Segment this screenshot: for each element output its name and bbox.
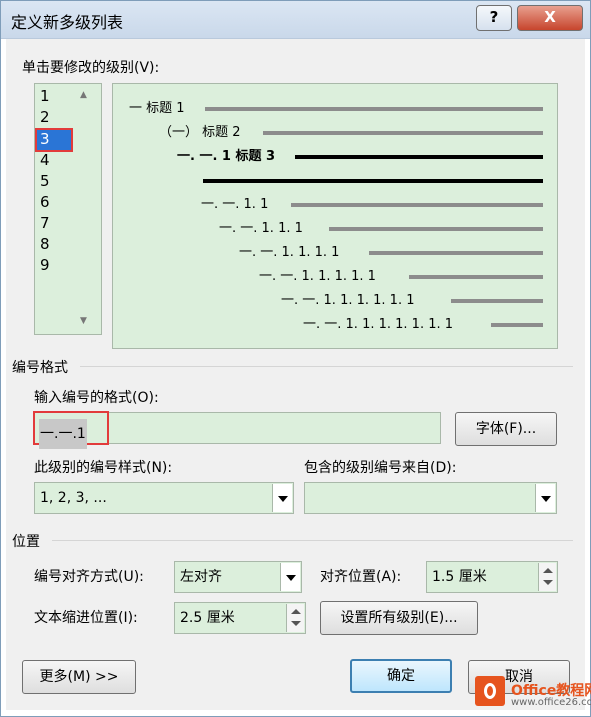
number-alignment-select[interactable]: 左对齐 <box>174 561 302 593</box>
list-preview: 一 标题 1 （一） 标题 2 一. 一. 1 标题 3 一. 一. 1. 1 … <box>112 83 558 349</box>
define-multilevel-list-dialog: 定义新多级列表 ? X 单击要修改的级别(V): 1 2 3 4 5 6 7 8… <box>0 0 591 717</box>
preview-row-level-4: 一. 一. 1. 1 <box>113 196 559 214</box>
align-at-spin-buttons[interactable] <box>538 563 556 591</box>
spin-down-icon[interactable] <box>543 580 553 585</box>
level-item-9[interactable]: 9 <box>40 255 50 275</box>
preview-row-level-2: （一） 标题 2 <box>113 124 559 142</box>
number-format-group-label: 编号格式 <box>12 360 68 376</box>
align-at-label: 对齐位置(A): <box>320 569 402 585</box>
close-button[interactable]: X <box>517 5 583 31</box>
level-item-5[interactable]: 5 <box>40 171 50 191</box>
number-alignment-dropdown-arrow-icon[interactable] <box>280 563 300 591</box>
number-style-dropdown-arrow-icon[interactable] <box>272 484 292 512</box>
level-item-1[interactable]: 1 <box>40 86 50 106</box>
set-all-levels-button[interactable]: 设置所有级别(E)... <box>320 601 478 635</box>
number-format-divider <box>80 366 573 367</box>
number-style-label: 此级别的编号样式(N): <box>34 460 173 476</box>
number-alignment-label: 编号对齐方式(U): <box>34 569 144 585</box>
spin-up-icon[interactable] <box>291 609 301 614</box>
level-item-3[interactable]: 3 <box>40 129 50 149</box>
level-list[interactable]: 1 2 3 4 5 6 7 8 9 ▲ ▼ <box>34 83 102 335</box>
text-indent-label: 文本缩进位置(I): <box>34 610 138 626</box>
preview-row-level-8: 一. 一. 1. 1. 1. 1. 1. 1 <box>113 292 559 310</box>
include-level-dropdown-arrow-icon[interactable] <box>535 484 555 512</box>
scroll-down-arrow-icon[interactable]: ▼ <box>80 316 87 326</box>
text-indent-spinner[interactable]: 2.5 厘米 <box>174 602 306 634</box>
title-bar: 定义新多级列表 ? X <box>1 1 590 39</box>
align-at-value: 1.5 厘米 <box>432 569 487 585</box>
preview-row-level-7: 一. 一. 1. 1. 1. 1. 1 <box>113 268 559 286</box>
font-button[interactable]: 字体(F)... <box>455 412 557 446</box>
preview-row-level-3-continued <box>113 172 559 190</box>
number-format-input[interactable]: 一.一.1 <box>33 411 441 449</box>
level-item-8[interactable]: 8 <box>40 234 50 254</box>
level-item-2[interactable]: 2 <box>40 107 50 127</box>
spin-up-icon[interactable] <box>543 568 553 573</box>
preview-row-level-3: 一. 一. 1 标题 3 <box>113 148 559 166</box>
preview-row-level-9: 一. 一. 1. 1. 1. 1. 1. 1. 1 <box>113 316 559 334</box>
site-watermark-logo: Office教程网 www.office26.com <box>467 668 591 717</box>
number-style-value: 1, 2, 3, ... <box>40 490 107 506</box>
preview-row-level-1: 一 标题 1 <box>113 100 559 118</box>
format-label: 输入编号的格式(O): <box>34 390 159 406</box>
format-value-highlight: 一.一.1 <box>33 411 109 449</box>
spin-down-icon[interactable] <box>291 621 301 626</box>
level-item-4[interactable]: 4 <box>40 150 50 170</box>
dialog-content: 单击要修改的级别(V): 1 2 3 4 5 6 7 8 9 ▲ ▼ 一 标题 … <box>6 39 585 710</box>
watermark-url: www.office26.com <box>511 697 591 708</box>
office-logo-icon <box>475 676 505 706</box>
level-item-7[interactable]: 7 <box>40 213 50 233</box>
number-style-select[interactable]: 1, 2, 3, ... <box>34 482 294 514</box>
position-divider <box>52 540 573 541</box>
number-alignment-value: 左对齐 <box>180 569 222 585</box>
position-group-label: 位置 <box>12 534 40 550</box>
dialog-title: 定义新多级列表 <box>11 13 124 32</box>
format-value: 一.一.1 <box>39 419 87 449</box>
text-indent-spin-buttons[interactable] <box>286 604 304 632</box>
text-indent-value: 2.5 厘米 <box>180 610 235 626</box>
align-at-spinner[interactable]: 1.5 厘米 <box>426 561 558 593</box>
scroll-up-arrow-icon[interactable]: ▲ <box>80 90 87 100</box>
preview-row-level-5: 一. 一. 1. 1. 1 <box>113 220 559 238</box>
help-button[interactable]: ? <box>476 5 512 31</box>
include-level-label: 包含的级别编号来自(D): <box>304 460 457 476</box>
include-level-select[interactable] <box>304 482 557 514</box>
level-item-6[interactable]: 6 <box>40 192 50 212</box>
ok-button[interactable]: 确定 <box>350 659 452 693</box>
preview-row-level-6: 一. 一. 1. 1. 1. 1 <box>113 244 559 262</box>
level-list-label: 单击要修改的级别(V): <box>22 60 160 76</box>
more-button[interactable]: 更多(M) >> <box>22 660 136 694</box>
